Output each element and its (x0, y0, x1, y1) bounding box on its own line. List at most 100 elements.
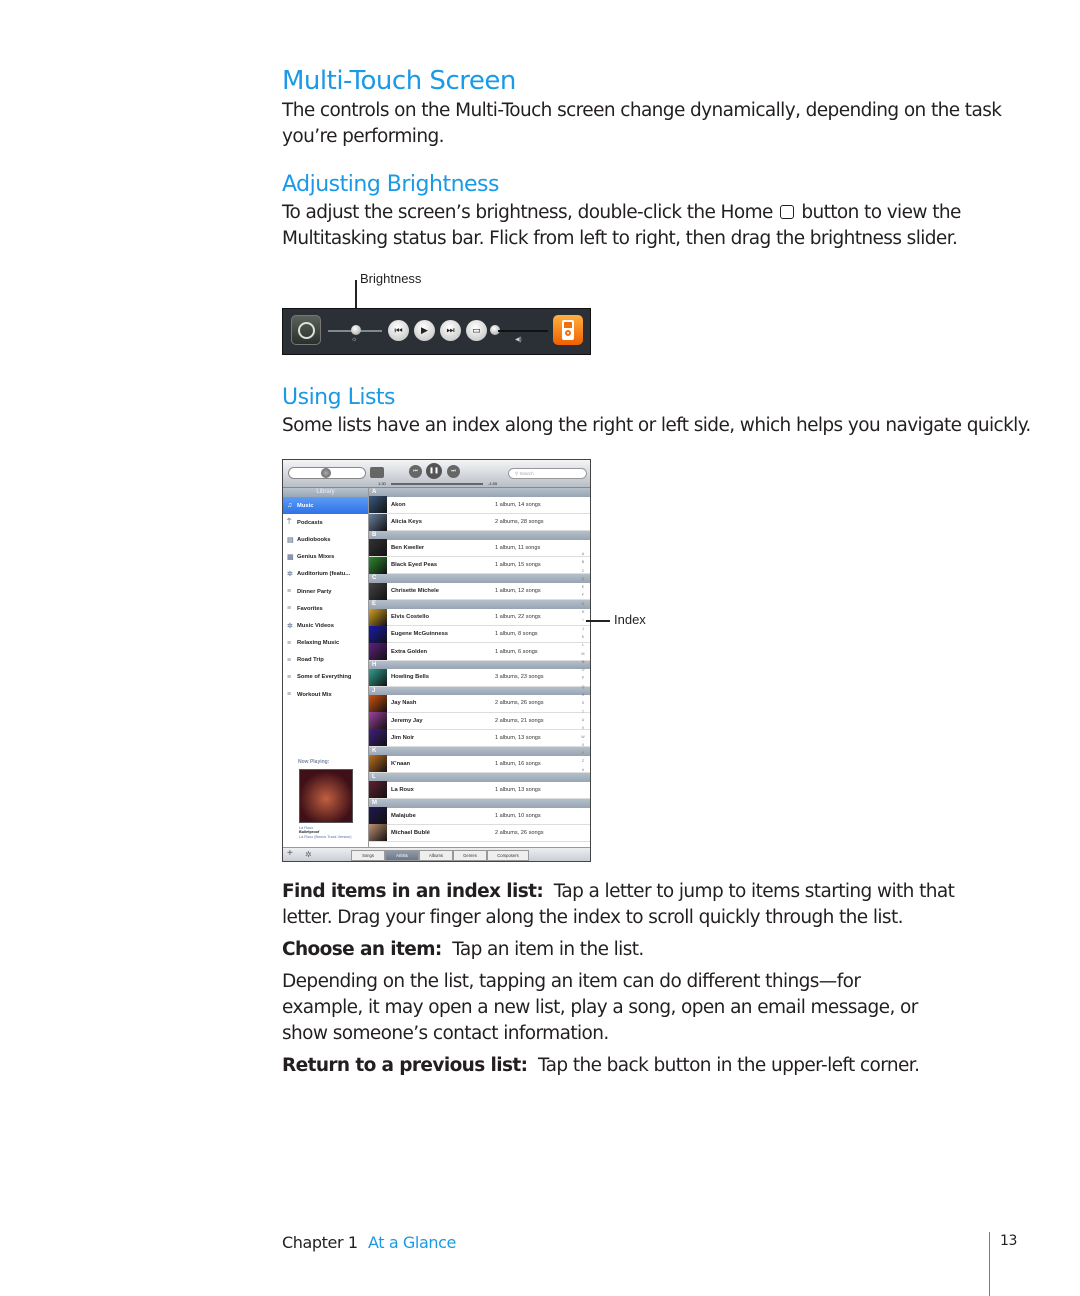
sidebar-item[interactable]: ⍑ Podcasts (283, 514, 368, 531)
sidebar: Library ♫ Music ⍑ Podcasts ▤ Audiobooks ▦ Geniu… (283, 488, 369, 847)
album-count: 1 album, 14 songs (495, 501, 541, 508)
airplay-icon[interactable] (370, 467, 384, 478)
previous-icon[interactable]: ⏮ (409, 465, 422, 478)
index-letter[interactable]: U (579, 716, 587, 724)
rotation-lock-icon[interactable] (291, 315, 321, 345)
sidebar-item[interactable]: ≡ Some of Everything (283, 669, 368, 686)
index-letter[interactable]: Z (579, 757, 587, 765)
index-letter[interactable]: L (579, 641, 587, 649)
album-art (369, 539, 387, 557)
index-letter[interactable]: N (579, 658, 587, 666)
index-letter[interactable]: # (579, 766, 587, 774)
album-art[interactable] (299, 769, 353, 823)
play-icon[interactable]: ▶ (414, 320, 435, 341)
index-letter[interactable]: H (579, 608, 587, 616)
previous-icon[interactable]: ⏮ (388, 320, 409, 341)
section-header: M (369, 798, 590, 808)
artist-name: Eugene McGuinness (391, 631, 449, 638)
sidebar-item-label: Music (297, 502, 314, 509)
list-item[interactable]: Elvis Costello 1 album, 22 songs (369, 608, 590, 627)
search-input[interactable]: ⚲ Search (508, 468, 587, 479)
index-letter[interactable]: K (579, 633, 587, 641)
next-icon[interactable]: ⏭ (447, 465, 460, 478)
artist-name: Extra Golden (391, 648, 428, 655)
index-letter[interactable]: A (579, 550, 587, 558)
index-letter[interactable]: V (579, 724, 587, 732)
brightness-icon: ☼ (351, 336, 358, 343)
index-letter[interactable]: M (579, 650, 587, 658)
index-letter[interactable]: D (579, 575, 587, 583)
return-text: Return to a previous list: Tap the back … (282, 1055, 920, 1076)
index-letter[interactable]: R (579, 691, 587, 699)
playlist-icon: ▦ (287, 554, 294, 562)
index-letter[interactable]: Q (579, 683, 587, 691)
settings-icon[interactable]: ✲ (305, 850, 312, 859)
ipad-music-screenshot: ⏮ ❚❚ ⏭ 1:30 -1:55 ⚲ Search Library ♫ Musi… (282, 459, 591, 862)
list-item[interactable]: Chrisette Michele 1 album, 12 songs (369, 582, 590, 601)
sidebar-item-label: Music Videos (297, 622, 334, 629)
index-letter[interactable]: B (579, 558, 587, 566)
list-item[interactable]: Jeremy Jay 2 albums, 21 songs (369, 712, 590, 730)
index-letter[interactable]: X (579, 741, 587, 749)
index-bar[interactable]: A B C D E F G H I J K L M N O P Q R S T U V W X Y Z # (579, 550, 587, 774)
remaining-time: -1:55 (488, 481, 498, 486)
tab-songs[interactable]: Songs (351, 850, 385, 861)
list-item[interactable]: Jim Noir 1 album, 13 songs (369, 729, 590, 748)
sidebar-item[interactable]: ✲ Music Videos (283, 617, 368, 634)
sidebar-item[interactable]: ▦ Genius Mixes (283, 549, 368, 566)
list-item[interactable]: Howling Bells 3 albums, 23 songs (369, 669, 590, 687)
airplay-icon[interactable]: ▭ (466, 320, 487, 341)
sidebar-item[interactable]: ≡ Dinner Party (283, 583, 368, 600)
list-item[interactable]: Alicia Keys 2 albums, 28 songs (369, 513, 590, 532)
artist-name: Howling Bells (391, 674, 430, 681)
tab-albums[interactable]: Albums (419, 850, 453, 861)
index-letter[interactable]: C (579, 567, 587, 575)
add-playlist-icon[interactable]: + (287, 848, 293, 859)
pause-icon[interactable]: ❚❚ (426, 463, 442, 479)
list-item[interactable]: Extra Golden 1 album, 6 songs (369, 643, 590, 661)
index-letter[interactable]: S (579, 699, 587, 707)
sidebar-item[interactable]: ≡ Workout Mix (283, 686, 368, 703)
volume-knob[interactable] (321, 468, 331, 478)
list-item[interactable]: K'naan 1 album, 16 songs (369, 755, 590, 774)
list-item[interactable]: Malajube 1 album, 10 songs (369, 807, 590, 825)
volume-slider[interactable] (498, 330, 548, 332)
sidebar-item-label: Road Trip (297, 657, 324, 664)
album-art (369, 556, 387, 574)
brightness-slider-knob[interactable] (351, 325, 361, 335)
footer-chapter-title[interactable]: At a Glance (368, 1233, 456, 1252)
album-count: 1 album, 10 songs (495, 812, 541, 819)
ipod-app-icon[interactable] (553, 315, 583, 345)
index-letter[interactable]: T (579, 708, 587, 716)
sidebar-item[interactable]: ≡ Favorites (283, 600, 368, 617)
bottom-bar: + ✲ Songs Artists Albums Genres Composers (283, 847, 590, 861)
list-item[interactable]: Black Eyed Peas 1 album, 15 songs (369, 556, 590, 575)
tab-genres[interactable]: Genres (453, 850, 487, 861)
list-item[interactable]: Jay Nash 2 albums, 26 songs (369, 694, 590, 713)
list-item[interactable]: Ben Kweller 1 album, 11 songs (369, 539, 590, 558)
artist-name: Black Eyed Peas (391, 562, 438, 569)
index-letter[interactable]: G (579, 600, 587, 608)
index-letter[interactable]: O (579, 666, 587, 674)
sidebar-item[interactable]: ✲ Auditorium (featu... (283, 566, 368, 583)
list-item[interactable]: Eugene McGuinness 1 album, 8 songs (369, 625, 590, 644)
sidebar-item[interactable]: ♫ Music (283, 497, 368, 515)
tab-artists[interactable]: Artists (385, 850, 419, 861)
scrubber[interactable] (391, 483, 483, 485)
list-item[interactable]: La Roux 1 album, 13 songs (369, 781, 590, 799)
index-letter[interactable]: P (579, 674, 587, 682)
sidebar-item[interactable]: ▤ Audiobooks (283, 531, 368, 548)
sidebar-item[interactable]: ≡ Relaxing Music (283, 635, 368, 652)
index-letter[interactable]: E (579, 583, 587, 591)
index-letter[interactable]: F (579, 591, 587, 599)
sidebar-item-label: Genius Mixes (297, 554, 335, 561)
sidebar-item[interactable]: ≡ Road Trip (283, 652, 368, 669)
list-item[interactable]: Michael Bublé 2 albums, 26 songs (369, 824, 590, 843)
index-letter[interactable]: Y (579, 749, 587, 757)
playlist-icon: ≡ (287, 639, 292, 647)
next-icon[interactable]: ⏭ (440, 320, 461, 341)
tab-composers[interactable]: Composers (487, 850, 529, 861)
list-item[interactable]: Akon 1 album, 14 songs (369, 496, 590, 514)
index-letter[interactable]: W (579, 733, 587, 741)
index-letter[interactable]: J (579, 625, 587, 633)
